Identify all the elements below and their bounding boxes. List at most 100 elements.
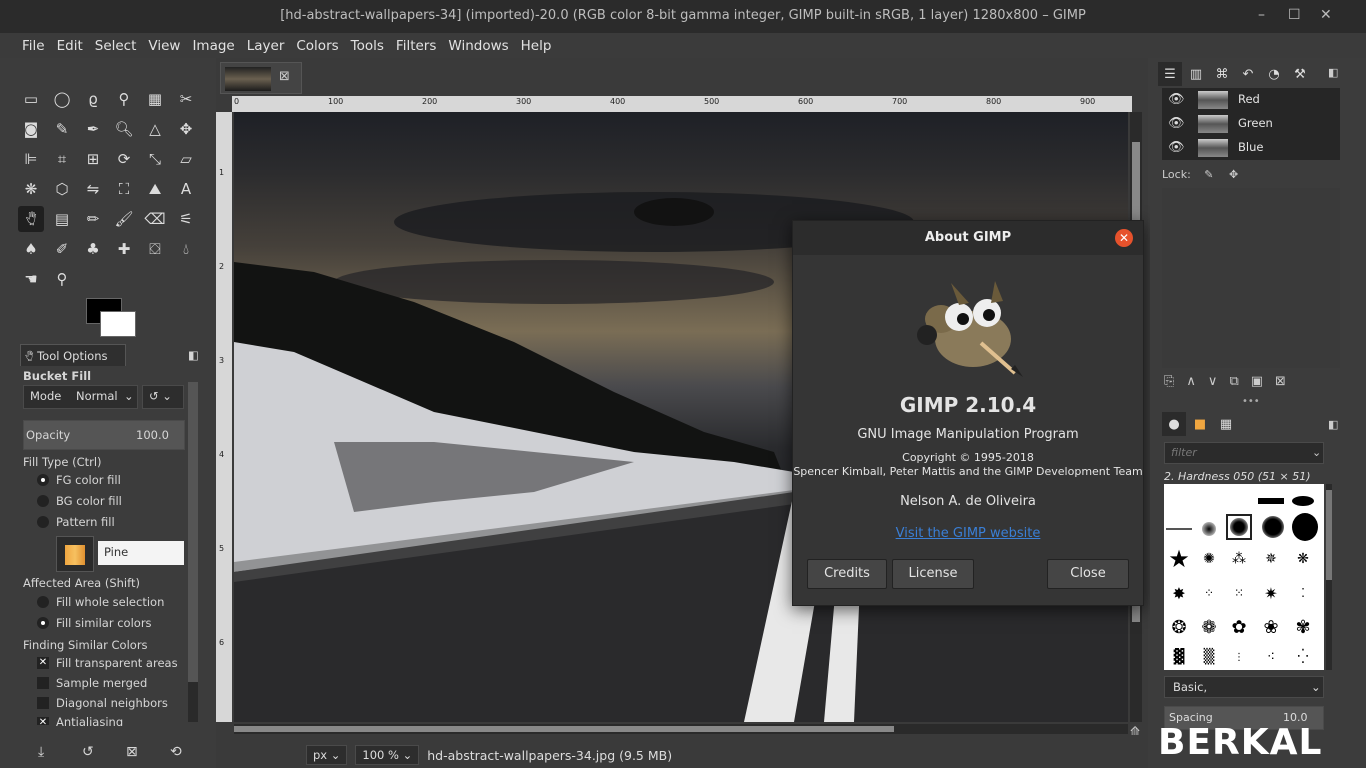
- mypaint-brush-icon[interactable]: ✐: [49, 236, 75, 262]
- reset-options-icon[interactable]: ⟲: [170, 744, 182, 760]
- layers-tab-icon[interactable]: ☰: [1158, 62, 1182, 86]
- menu-view[interactable]: View: [142, 38, 186, 54]
- device-status-tab-icon[interactable]: ⚒: [1288, 62, 1312, 86]
- menu-help[interactable]: Help: [515, 38, 558, 54]
- menu-layer[interactable]: Layer: [241, 38, 291, 54]
- lasso-icon[interactable]: ϱ: [80, 86, 106, 112]
- brush-item[interactable]: [1260, 514, 1286, 540]
- scrollbar-thumb[interactable]: [234, 726, 894, 732]
- close-icon[interactable]: ✕: [1115, 229, 1133, 247]
- minimize-button[interactable]: –: [1258, 7, 1265, 23]
- brush-item[interactable]: ★: [1166, 545, 1192, 573]
- airbrush-icon[interactable]: ⚟: [173, 206, 199, 232]
- scissors-icon[interactable]: ✂: [173, 86, 199, 112]
- paths-tab-icon[interactable]: ⌘: [1210, 62, 1234, 86]
- unit-combo[interactable]: px ⌄: [306, 745, 348, 765]
- tool-options-scrollbar[interactable]: [188, 382, 198, 722]
- brush-item[interactable]: ▒: [1196, 644, 1222, 670]
- brush-item[interactable]: ▓: [1166, 644, 1192, 670]
- horizontal-ruler[interactable]: 0 100 200 300 400 500 600 700 800 900: [232, 96, 1132, 112]
- channel-to-selection-icon[interactable]: ▣: [1251, 374, 1263, 394]
- perspective-clone-icon[interactable]: ⛋: [142, 236, 168, 262]
- website-link[interactable]: Visit the GIMP website: [793, 526, 1143, 541]
- text-icon[interactable]: A: [173, 176, 199, 202]
- zoom-icon[interactable]: 🔍︎: [111, 116, 137, 142]
- pattern-swatch[interactable]: [56, 536, 94, 572]
- brushes-tab-icon[interactable]: ●: [1162, 412, 1186, 436]
- maximize-button[interactable]: ☐: [1288, 7, 1301, 23]
- diagonal-neighbors-checkbox[interactable]: [37, 697, 49, 709]
- mode-combo[interactable]: Mode Normal ⌄: [23, 385, 138, 409]
- flip-icon[interactable]: ⇋: [80, 176, 106, 202]
- menu-edit[interactable]: Edit: [51, 38, 89, 54]
- brush-item[interactable]: [1258, 488, 1284, 514]
- brush-item[interactable]: [1292, 513, 1318, 541]
- pencil-icon[interactable]: ✏: [80, 206, 106, 232]
- restore-options-icon[interactable]: ↺: [82, 744, 94, 760]
- opacity-slider[interactable]: Opacity 100.0: [23, 420, 185, 450]
- brush-grid[interactable]: ★ ✺ ⁂ ✵ ❋ ✸ ⁘ ⁙ ✷ ⁚ ❂ ❁ ✿ ❀ ✾ ▓ ▒ ⋮ ⁖ ⁛: [1164, 484, 1324, 670]
- scale-icon[interactable]: ⤡: [142, 146, 168, 172]
- brush-item[interactable]: ❁: [1196, 614, 1222, 640]
- lock-pixels-icon[interactable]: ✎: [1204, 168, 1213, 181]
- close-button[interactable]: Close: [1047, 559, 1129, 589]
- brush-item[interactable]: ✾: [1290, 614, 1316, 640]
- credits-button[interactable]: Credits: [807, 559, 887, 589]
- delete-icon[interactable]: ⊠: [1275, 374, 1286, 394]
- color-picker-icon[interactable]: ✒: [80, 116, 106, 142]
- colormap-tab-icon[interactable]: ◔: [1262, 62, 1286, 86]
- license-button[interactable]: License: [892, 559, 974, 589]
- tab-tool-options[interactable]: 🖐︎ Tool Options: [20, 344, 126, 366]
- save-options-icon[interactable]: ⤓: [38, 744, 44, 760]
- brush-filter-input[interactable]: filter: [1164, 442, 1324, 464]
- brush-preset-combo[interactable]: Basic, ⌄: [1164, 676, 1324, 698]
- unified-transform-icon[interactable]: ⊞: [80, 146, 106, 172]
- brush-item[interactable]: ✺: [1196, 546, 1222, 572]
- lower-icon[interactable]: ∨: [1208, 374, 1218, 394]
- shear-icon[interactable]: ▱: [173, 146, 199, 172]
- menu-filters[interactable]: Filters: [390, 38, 442, 54]
- navigate-icon[interactable]: ⟰: [1130, 724, 1140, 738]
- gradient-icon[interactable]: ▤: [49, 206, 75, 232]
- brush-item[interactable]: ✷: [1258, 580, 1284, 606]
- menu-image[interactable]: Image: [186, 38, 240, 54]
- heal-icon[interactable]: ✚: [111, 236, 137, 262]
- channel-row[interactable]: 👁︎ Blue: [1162, 136, 1340, 160]
- eye-icon[interactable]: 👁︎: [1168, 92, 1185, 107]
- paths-icon[interactable]: ✎: [49, 116, 75, 142]
- channels-tab-icon[interactable]: ▥: [1184, 62, 1208, 86]
- gradients-tab-icon[interactable]: ▦: [1214, 412, 1238, 436]
- brush-item[interactable]: ⁙: [1226, 580, 1252, 606]
- brush-item[interactable]: ⁛: [1290, 644, 1316, 670]
- measure-icon[interactable]: △: [142, 116, 168, 142]
- brush-item[interactable]: [1290, 488, 1316, 514]
- vertical-ruler[interactable]: 1 2 3 4 5 6: [216, 112, 232, 722]
- reset-mode-button[interactable]: ↺ ⌄: [142, 385, 184, 409]
- pattern-name-field[interactable]: Pine: [98, 541, 184, 565]
- eraser-icon[interactable]: ⌫: [142, 206, 168, 232]
- smudge-icon[interactable]: ☚: [18, 266, 44, 292]
- patterns-tab-icon[interactable]: ■: [1188, 412, 1212, 436]
- fill-whole-selection-radio[interactable]: [37, 596, 49, 608]
- menu-file[interactable]: File: [16, 38, 51, 54]
- panel-menu-icon[interactable]: ◧: [1328, 66, 1338, 79]
- dodge-burn-icon[interactable]: ⚲: [49, 266, 75, 292]
- close-window-button[interactable]: ✕: [1320, 7, 1332, 23]
- ink-icon[interactable]: ♠: [18, 236, 44, 262]
- fill-bg-radio[interactable]: [37, 495, 49, 507]
- menu-select[interactable]: Select: [89, 38, 143, 54]
- brush-item[interactable]: ❂: [1166, 614, 1192, 640]
- menu-colors[interactable]: Colors: [290, 38, 344, 54]
- cage-icon[interactable]: ⛶: [111, 176, 137, 202]
- menu-windows[interactable]: Windows: [442, 38, 514, 54]
- undo-tab-icon[interactable]: ↶: [1236, 62, 1260, 86]
- brush-item[interactable]: [1166, 516, 1192, 542]
- paintbrush-icon[interactable]: 🖌︎: [111, 206, 137, 232]
- crop-icon[interactable]: ⌗: [49, 146, 75, 172]
- brush-item[interactable]: ❀: [1258, 614, 1284, 640]
- brush-item[interactable]: ✿: [1226, 614, 1252, 640]
- align-icon[interactable]: ⊫: [18, 146, 44, 172]
- image-tab[interactable]: ⊠: [220, 62, 302, 94]
- brush-item[interactable]: ❋: [1290, 546, 1316, 572]
- scrollbar-thumb[interactable]: [188, 382, 198, 682]
